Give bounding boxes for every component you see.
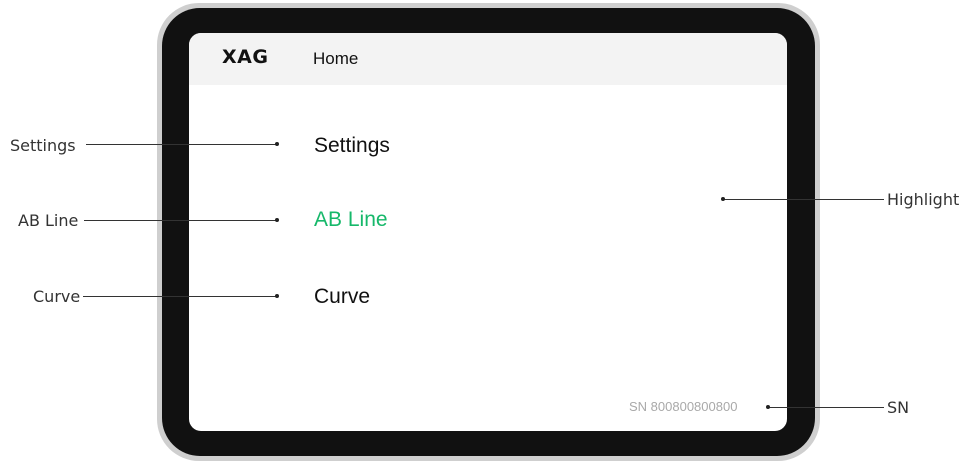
leader-dot-highlight	[721, 197, 725, 201]
top-bar: XAG Home	[189, 33, 787, 85]
callout-label-highlight: Highlight	[887, 190, 960, 209]
leader-line-settings	[86, 144, 276, 145]
leader-line-highlight	[724, 199, 884, 200]
menu-item-ab-line[interactable]: AB Line	[314, 208, 388, 232]
callout-label-ab-line: AB Line	[18, 211, 79, 230]
leader-dot-ab-line	[275, 218, 279, 222]
leader-line-sn	[768, 407, 884, 408]
serial-number: SN 800800800800	[629, 399, 738, 414]
page-title: Home	[313, 49, 359, 68]
menu-item-curve[interactable]: Curve	[314, 285, 370, 309]
leader-dot-sn	[766, 405, 770, 409]
device-screen: XAG Home Settings AB Line Curve SN 80080…	[189, 33, 787, 431]
leader-line-ab-line	[84, 220, 276, 221]
leader-dot-settings	[275, 142, 279, 146]
callout-label-curve: Curve	[33, 287, 81, 306]
menu-item-settings[interactable]: Settings	[314, 134, 390, 158]
callout-label-settings: Settings	[10, 136, 76, 155]
xag-logo: XAG	[222, 46, 269, 68]
leader-line-curve	[83, 296, 276, 297]
leader-dot-curve	[275, 294, 279, 298]
callout-label-sn: SN	[887, 398, 910, 417]
